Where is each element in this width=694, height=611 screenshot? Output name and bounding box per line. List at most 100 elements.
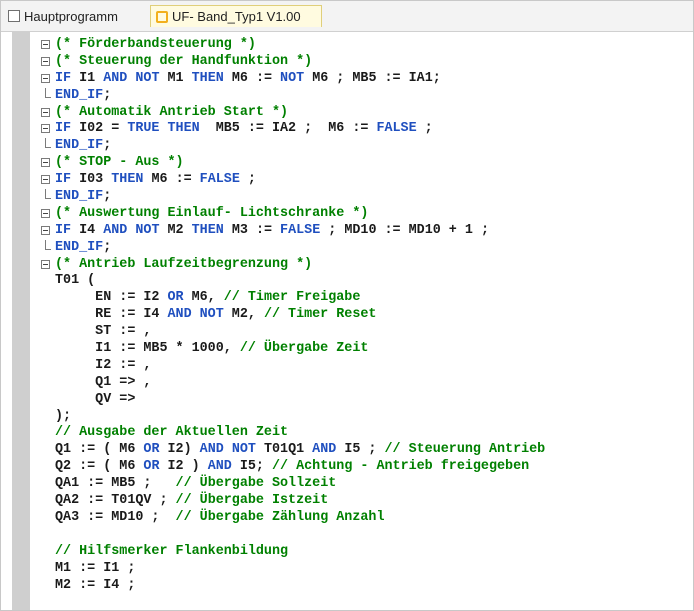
code-token: I1 := MB5 * 1000, bbox=[55, 341, 240, 357]
code-text: IF I4 AND NOT M2 THEN M3 := FALSE ; MD10… bbox=[55, 223, 489, 240]
code-token: EN := I2 bbox=[55, 290, 168, 306]
fold-toggle-icon[interactable] bbox=[41, 158, 50, 168]
code-line[interactable]: QA3 := MD10 ; // Übergabe Zählung Anzahl bbox=[30, 510, 693, 527]
code-text: QA3 := MD10 ; // Übergabe Zählung Anzahl bbox=[55, 510, 384, 527]
code-line[interactable]: QA2 := T01QV ; // Übergabe Istzeit bbox=[30, 493, 693, 510]
fold-toggle-icon[interactable] bbox=[41, 40, 50, 49]
code-token: Q1 => , bbox=[55, 374, 152, 390]
code-text: Q1 := ( M6 OR I2) AND NOT T01Q1 AND I5 ;… bbox=[55, 442, 545, 459]
comment-token: // Übergabe Zählung Anzahl bbox=[175, 509, 385, 525]
code-text: // Ausgabe der Aktuellen Zeit bbox=[55, 425, 288, 442]
code-line[interactable]: IF I4 AND NOT M2 THEN M3 := FALSE ; MD10… bbox=[30, 223, 693, 240]
code-token: I2 ) bbox=[159, 459, 208, 475]
keyword-token: AND NOT bbox=[199, 442, 256, 458]
code-line[interactable]: END_IF; bbox=[30, 189, 693, 206]
code-line[interactable]: (* Auswertung Einlauf- Lichtschranke *) bbox=[30, 206, 693, 223]
keyword-token: OR bbox=[167, 290, 184, 306]
keyword-token: END_IF bbox=[55, 189, 104, 205]
code-token: M6, bbox=[183, 290, 224, 306]
code-text: (* Auswertung Einlauf- Lichtschranke *) bbox=[55, 206, 368, 223]
keyword-token: IF bbox=[55, 121, 72, 137]
code-text: QV => bbox=[55, 392, 135, 409]
code-line[interactable]: END_IF; bbox=[30, 87, 693, 105]
tab-uf-band[interactable]: UF- Band_Typ1 V1.00 bbox=[150, 5, 322, 27]
fold-toggle-icon[interactable] bbox=[41, 225, 50, 235]
code-line[interactable]: (* Automatik Antrieb Start *) bbox=[30, 105, 693, 122]
fold-toggle-icon[interactable] bbox=[41, 107, 50, 117]
code-token: ; bbox=[103, 138, 112, 154]
code-line[interactable] bbox=[30, 527, 693, 544]
keyword-token: IF bbox=[55, 70, 72, 86]
comment-token: // Timer Reset bbox=[263, 307, 377, 323]
comment-token: // Timer Freigabe bbox=[223, 290, 361, 306]
code-token: I1 bbox=[71, 70, 104, 86]
fold-toggle-icon[interactable] bbox=[41, 259, 50, 269]
code-line[interactable]: (* Antrieb Laufzeitbegrenzung *) bbox=[30, 257, 693, 274]
code-text: I1 := MB5 * 1000, // Übergabe Zeit bbox=[55, 341, 368, 358]
editor-window: Hauptprogramm UF- Band_Typ1 V1.00 (* För… bbox=[0, 0, 694, 611]
code-line[interactable]: QA1 := MB5 ; // Übergabe Sollzeit bbox=[30, 476, 693, 493]
fold-toggle-icon[interactable] bbox=[41, 73, 50, 83]
code-token: QA1 := MB5 ; bbox=[55, 476, 176, 492]
keyword-token: THEN bbox=[111, 172, 144, 188]
code-line[interactable]: // Hilfsmerker Flankenbildung bbox=[30, 544, 693, 561]
code-line[interactable]: QV => bbox=[30, 392, 693, 409]
code-line[interactable]: I1 := MB5 * 1000, // Übergabe Zeit bbox=[30, 341, 693, 358]
code-line[interactable]: EN := I2 OR M6, // Timer Freigabe bbox=[30, 290, 693, 307]
line-gutter bbox=[12, 32, 30, 610]
code-line[interactable]: M1 := I1 ; bbox=[30, 561, 693, 578]
code-line[interactable]: END_IF; bbox=[30, 239, 693, 257]
code-token: M3 := bbox=[223, 222, 281, 238]
code-line[interactable]: ); bbox=[30, 409, 693, 426]
checkbox-icon bbox=[8, 10, 20, 22]
code-text: RE := I4 AND NOT M2, // Timer Reset bbox=[55, 307, 376, 324]
code-text: END_IF; bbox=[55, 240, 111, 257]
comment-token: (* Automatik Antrieb Start *) bbox=[55, 104, 289, 120]
code-line[interactable]: Q1 := ( M6 OR I2) AND NOT T01Q1 AND I5 ;… bbox=[30, 442, 693, 459]
code-editor[interactable]: (* Förderbandsteuerung *) (* Steuerung de… bbox=[30, 37, 693, 610]
keyword-token: THEN bbox=[191, 222, 224, 238]
fold-end-icon bbox=[45, 189, 51, 200]
fold-toggle-icon[interactable] bbox=[41, 124, 50, 134]
code-line[interactable]: RE := I4 AND NOT M2, // Timer Reset bbox=[30, 307, 693, 324]
code-line[interactable]: Q2 := ( M6 OR I2 ) AND I5; // Achtung - … bbox=[30, 459, 693, 476]
code-token: I4 bbox=[71, 222, 104, 238]
code-line[interactable]: // Ausgabe der Aktuellen Zeit bbox=[30, 425, 693, 442]
code-token: T01Q1 bbox=[255, 442, 313, 458]
code-text: END_IF; bbox=[55, 138, 111, 155]
keyword-token: AND bbox=[312, 442, 337, 458]
keyword-token: AND NOT bbox=[103, 70, 160, 86]
code-text: I2 := , bbox=[55, 358, 151, 375]
code-line[interactable]: I2 := , bbox=[30, 358, 693, 375]
code-line[interactable]: T01 ( bbox=[30, 273, 693, 290]
keyword-token: IF bbox=[55, 222, 72, 238]
keyword-token: AND NOT bbox=[167, 307, 224, 323]
keyword-token: IF bbox=[55, 172, 72, 188]
code-token: QA2 := T01QV ; bbox=[55, 493, 176, 509]
keyword-token: AND bbox=[207, 459, 232, 475]
tab-label: Hauptprogramm bbox=[24, 8, 118, 24]
fold-toggle-icon[interactable] bbox=[41, 175, 50, 185]
code-line[interactable]: (* STOP - Aus *) bbox=[30, 155, 693, 172]
comment-token: // Hilfsmerker Flankenbildung bbox=[55, 543, 289, 559]
code-line[interactable]: ST := , bbox=[30, 324, 693, 341]
code-token: RE := I4 bbox=[55, 307, 168, 323]
comment-token: // Steuerung Antrieb bbox=[384, 442, 546, 458]
code-line[interactable]: END_IF; bbox=[30, 138, 693, 155]
code-text: ); bbox=[55, 409, 71, 426]
code-text: (* Antrieb Laufzeitbegrenzung *) bbox=[55, 257, 312, 274]
code-line[interactable]: M2 := I4 ; bbox=[30, 578, 693, 595]
fold-toggle-icon[interactable] bbox=[41, 208, 50, 218]
code-text: IF I03 THEN M6 := FALSE ; bbox=[55, 172, 256, 189]
code-line[interactable]: IF I02 = TRUE THEN MB5 := IA2 ; M6 := FA… bbox=[30, 121, 693, 138]
keyword-token: FALSE bbox=[199, 172, 240, 188]
code-line[interactable]: IF I03 THEN M6 := FALSE ; bbox=[30, 172, 693, 189]
tab-hauptprogramm[interactable]: Hauptprogramm bbox=[3, 5, 148, 27]
code-line[interactable]: (* Förderbandsteuerung *) bbox=[30, 37, 693, 54]
code-line[interactable]: IF I1 AND NOT M1 THEN M6 := NOT M6 ; MB5… bbox=[30, 71, 693, 88]
code-token: ; bbox=[103, 87, 112, 103]
code-token: ; bbox=[416, 121, 433, 137]
code-line[interactable]: Q1 => , bbox=[30, 375, 693, 392]
fold-toggle-icon[interactable] bbox=[41, 56, 50, 66]
code-line[interactable]: (* Steuerung der Handfunktion *) bbox=[30, 54, 693, 71]
